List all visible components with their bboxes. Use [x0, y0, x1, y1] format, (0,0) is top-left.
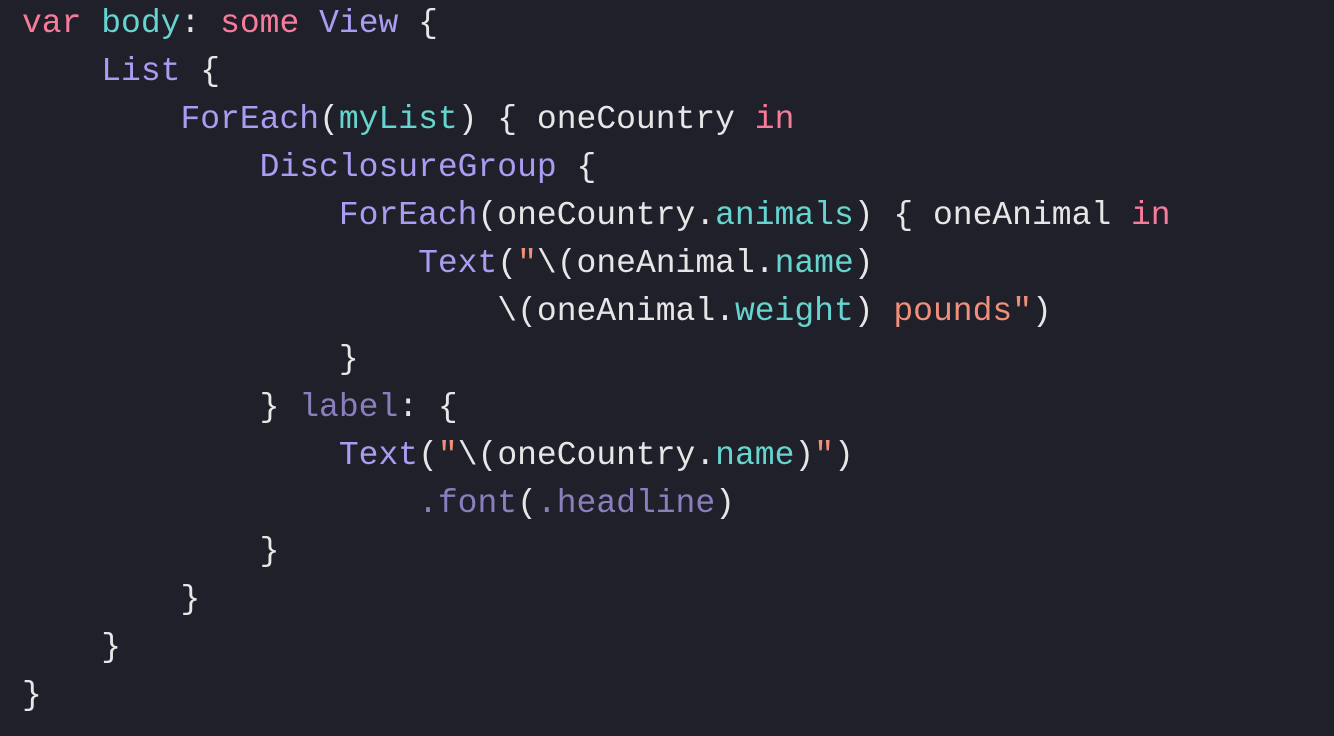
code-token: ( — [497, 245, 517, 282]
code-token: in — [755, 101, 795, 138]
code-token: .headline — [537, 485, 715, 522]
code-line: Text("\(oneCountry.name)") — [22, 437, 854, 474]
code-line: } — [22, 677, 42, 714]
code-block: var body: some View { List { ForEach(myL… — [0, 0, 1334, 720]
code-line: } — [22, 629, 121, 666]
code-line: } — [22, 341, 359, 378]
code-token: oneAnimal. — [577, 245, 775, 282]
code-line: } — [22, 581, 200, 618]
code-token: : { — [398, 389, 457, 426]
code-token: { — [398, 5, 438, 42]
code-token: ( — [418, 437, 438, 474]
code-token: } — [260, 533, 280, 570]
code-token: } — [260, 389, 300, 426]
code-line: ForEach(myList) { oneCountry in — [22, 101, 794, 138]
code-token: \( — [458, 437, 498, 474]
code-token: ) — [854, 245, 874, 282]
code-token: ForEach — [180, 101, 319, 138]
code-token: } — [180, 581, 200, 618]
code-line: } label: { — [22, 389, 458, 426]
code-line: \(oneAnimal.weight) pounds") — [22, 293, 1052, 330]
code-line: .font(.headline) — [22, 485, 735, 522]
code-token: ) — [715, 485, 735, 522]
code-token: (oneCountry. — [477, 197, 715, 234]
code-line: List { — [22, 53, 220, 90]
code-token: \( — [537, 245, 577, 282]
code-token: \( — [497, 293, 537, 330]
code-token: { — [180, 53, 220, 90]
code-line: Text("\(oneAnimal.name) — [22, 245, 874, 282]
code-token: : — [180, 5, 220, 42]
code-token: } — [22, 677, 42, 714]
code-token: } — [339, 341, 359, 378]
code-token: " — [814, 437, 834, 474]
code-token: ) — [794, 437, 814, 474]
code-token: myList — [339, 101, 458, 138]
code-token: } — [101, 629, 121, 666]
code-token: some — [220, 5, 299, 42]
code-token: ForEach — [339, 197, 478, 234]
code-token: " — [517, 245, 537, 282]
code-token: name — [775, 245, 854, 282]
code-token: body — [101, 5, 180, 42]
code-line: ForEach(oneCountry.animals) { oneAnimal … — [22, 197, 1171, 234]
code-token: pounds" — [874, 293, 1032, 330]
code-token: var — [22, 5, 81, 42]
code-token: oneAnimal. — [537, 293, 735, 330]
code-token: { — [557, 149, 597, 186]
code-token: ( — [319, 101, 339, 138]
code-token: ) — [1032, 293, 1052, 330]
code-token: ) — [834, 437, 854, 474]
code-token: oneCountry. — [497, 437, 715, 474]
code-token: weight — [735, 293, 854, 330]
code-token: animals — [715, 197, 854, 234]
code-line: DisclosureGroup { — [22, 149, 596, 186]
code-token: .font — [418, 485, 517, 522]
code-token: DisclosureGroup — [260, 149, 557, 186]
code-token: ) { oneCountry — [458, 101, 755, 138]
code-token: label — [299, 389, 398, 426]
code-token — [299, 5, 319, 42]
code-token: in — [1131, 197, 1171, 234]
code-token — [81, 5, 101, 42]
code-line: var body: some View { — [22, 5, 438, 42]
code-token: name — [715, 437, 794, 474]
code-token: " — [438, 437, 458, 474]
code-line: } — [22, 533, 279, 570]
code-token: Text — [339, 437, 418, 474]
code-token: ) — [854, 293, 874, 330]
code-token: Text — [418, 245, 497, 282]
code-token: List — [101, 53, 180, 90]
code-token: ) { oneAnimal — [854, 197, 1131, 234]
code-token: ( — [517, 485, 537, 522]
code-token: View — [319, 5, 398, 42]
